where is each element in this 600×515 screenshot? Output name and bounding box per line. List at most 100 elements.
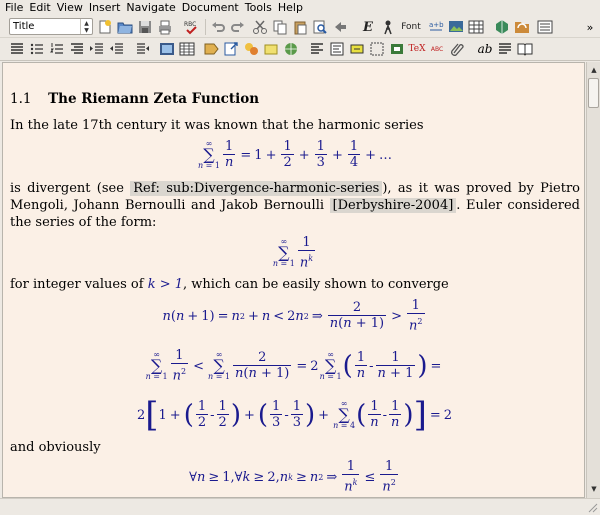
font-label: Font xyxy=(401,22,421,32)
redo-icon[interactable] xyxy=(230,19,246,35)
change-case-icon[interactable]: ABC xyxy=(429,41,445,57)
sum-symbol: ∞ ∑ n = 1 xyxy=(197,139,220,170)
insert-branch-icon[interactable] xyxy=(389,41,405,57)
inline-math: k > 1 xyxy=(147,277,184,292)
indent-icon[interactable] xyxy=(89,41,105,57)
table-of-contents-icon[interactable] xyxy=(309,41,325,57)
insert-label-icon[interactable] xyxy=(203,41,219,57)
fraction: 12 xyxy=(195,399,209,430)
fraction: 2 n(n + 1) xyxy=(327,300,387,331)
fraction: 1 n2 xyxy=(170,347,189,384)
insert-box-icon[interactable] xyxy=(349,41,365,57)
p3-text-before: for integer values of xyxy=(10,277,144,292)
menu-file[interactable]: File xyxy=(2,0,26,16)
vertical-scrollbar[interactable]: ▲ ▼ xyxy=(586,62,600,498)
fraction: 1 nk xyxy=(342,458,360,495)
status-bar xyxy=(0,498,600,515)
overflow-glyph: » xyxy=(586,20,594,34)
paragraph-style-value: Title xyxy=(13,21,35,32)
back-arrow-icon[interactable] xyxy=(332,19,348,35)
section-heading: 1.1 The Riemann Zeta Function xyxy=(10,91,580,108)
index-entry-icon[interactable] xyxy=(329,41,345,57)
menu-edit[interactable]: Edit xyxy=(26,0,53,16)
paragraph-style-combo[interactable]: Title ▲ ▼ xyxy=(9,18,93,35)
spellcheck-icon[interactable]: RBC xyxy=(183,19,199,35)
insert-minipage-icon[interactable] xyxy=(369,41,385,57)
math-mode-icon[interactable]: a+b xyxy=(428,19,444,35)
toolbar-overflow-icon[interactable]: » xyxy=(582,19,598,35)
paragraph-4: and obviously xyxy=(10,440,101,455)
insert-tex-code-icon[interactable]: TeX xyxy=(408,41,426,57)
save-icon[interactable] xyxy=(137,19,153,35)
depth-decrease-icon[interactable] xyxy=(135,41,151,57)
find-icon[interactable] xyxy=(312,19,328,35)
insert-note-icon[interactable] xyxy=(263,41,279,57)
scrollbar-thumb[interactable] xyxy=(588,78,599,108)
update-output-icon[interactable] xyxy=(514,19,530,35)
paragraph-settings-icon[interactable] xyxy=(497,41,513,57)
font-settings-icon[interactable]: Font xyxy=(400,19,422,35)
paste-icon[interactable] xyxy=(292,19,308,35)
toolbar-separator xyxy=(205,19,206,35)
menu-help[interactable]: Help xyxy=(275,0,306,16)
menu-view[interactable]: View xyxy=(54,0,86,16)
print-icon[interactable] xyxy=(157,19,173,35)
document-editor[interactable]: 1.1 The Riemann Zeta Function In the lat… xyxy=(2,62,585,498)
bullet-list-icon[interactable] xyxy=(29,41,45,57)
outdent-icon[interactable] xyxy=(109,41,125,57)
insert-url-icon[interactable] xyxy=(283,41,299,57)
text-style-icon[interactable]: ab xyxy=(477,41,493,57)
section-number: 1.1 xyxy=(10,91,32,107)
undo-icon[interactable] xyxy=(210,19,226,35)
equation-sum-comparison: ∞ ∑ n = 1 1 n2 < ∞ ∑ n = 1 2 n(n + 1) = 2 ∞ ∑ n =… xyxy=(145,347,442,384)
insert-image-icon[interactable] xyxy=(448,19,464,35)
scroll-down-icon[interactable]: ▼ xyxy=(588,483,600,495)
p3-text-after: , which can be easily shown to converge xyxy=(183,277,449,292)
new-document-icon[interactable] xyxy=(97,19,113,35)
emphasis-icon[interactable]: E xyxy=(360,19,376,35)
attach-icon[interactable] xyxy=(449,41,465,57)
sum-symbol: ∞ ∑ n = 1 xyxy=(145,350,168,381)
tex-glyph: TeX xyxy=(408,44,426,54)
section-title: The Riemann Zeta Function xyxy=(48,91,260,107)
svg-text:a+b: a+b xyxy=(429,21,444,29)
insert-reference-icon[interactable] xyxy=(223,41,239,57)
fraction: 1n + 1 xyxy=(375,350,416,381)
menu-tools[interactable]: Tools xyxy=(242,0,275,16)
cross-reference[interactable]: Ref: sub:Divergence-harmonic-series xyxy=(130,181,383,196)
numbered-list-icon[interactable] xyxy=(49,41,65,57)
menu-bar: File Edit View Insert Navigate Document … xyxy=(0,0,600,16)
menu-document[interactable]: Document xyxy=(179,0,242,16)
menu-navigate[interactable]: Navigate xyxy=(123,0,178,16)
open-folder-icon[interactable] xyxy=(117,19,133,35)
sum-symbol: ∞ ∑ n = 1 xyxy=(319,350,342,381)
toolbar-extra: TeX ABC ab xyxy=(0,38,600,61)
menu-insert[interactable]: Insert xyxy=(86,0,124,16)
cut-icon[interactable] xyxy=(252,19,268,35)
book-icon[interactable] xyxy=(517,41,533,57)
description-list-icon[interactable] xyxy=(69,41,85,57)
noun-icon[interactable] xyxy=(380,19,396,35)
insert-table-icon[interactable] xyxy=(468,19,484,35)
toc-icon[interactable] xyxy=(537,19,553,35)
float-figure-icon[interactable] xyxy=(159,41,175,57)
float-table-icon[interactable] xyxy=(179,41,195,57)
chevron-down-icon[interactable]: ▲ ▼ xyxy=(80,19,92,34)
citation[interactable]: [Derbyshire-2004] xyxy=(329,198,457,213)
fraction: 13 xyxy=(290,399,303,430)
fraction: 14 xyxy=(347,139,361,170)
view-output-icon[interactable] xyxy=(494,19,510,35)
insert-footnote-icon[interactable] xyxy=(243,41,259,57)
fraction: 12 xyxy=(216,399,229,430)
fraction: 1n xyxy=(389,399,402,430)
fraction: 1 n2 xyxy=(380,458,398,495)
paragraph-1: In the late 17th century it was known th… xyxy=(10,118,424,133)
resize-grip-icon[interactable] xyxy=(588,503,598,513)
fraction: 1n xyxy=(368,399,381,430)
align-justify-icon[interactable] xyxy=(9,41,25,57)
scroll-up-icon[interactable]: ▲ xyxy=(588,64,600,76)
sum-symbol: ∞ ∑ n = 1 xyxy=(272,237,295,268)
fraction: 12 xyxy=(281,139,294,170)
copy-icon[interactable] xyxy=(272,19,288,35)
fraction: 2 n(n + 1) xyxy=(233,350,292,381)
